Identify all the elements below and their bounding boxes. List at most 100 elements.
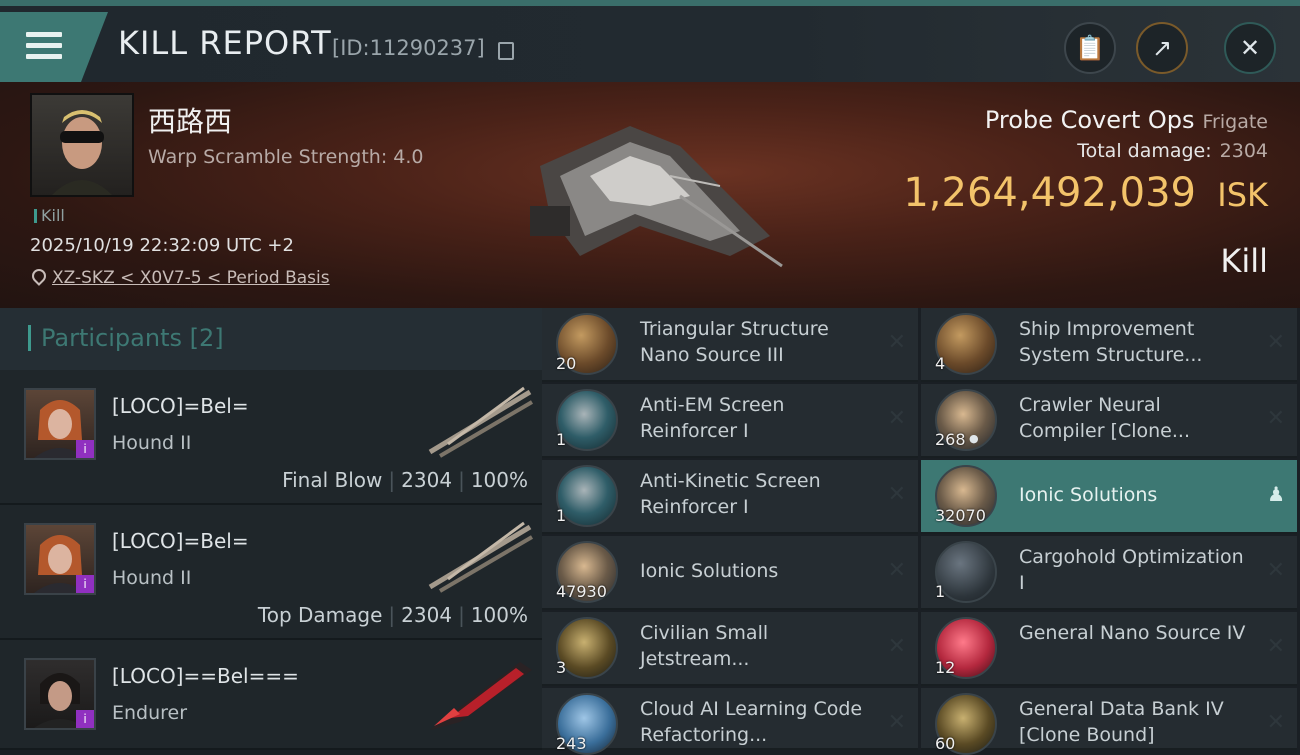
item-row[interactable]: 1 Anti-EM Screen Reinforcer I ✕	[542, 384, 918, 458]
menu-button[interactable]	[0, 12, 108, 82]
item-row[interactable]: 243 Cloud AI Learning Code Refactoring..…	[542, 688, 918, 755]
ship-name[interactable]: Probe Covert Ops Frigate	[985, 106, 1268, 134]
item-row[interactable]: 268 ● Crawler Neural Compiler [Clone... …	[921, 384, 1297, 458]
destroyed-icon: ✕	[887, 406, 906, 431]
victim-portrait[interactable]	[30, 93, 134, 197]
participant-percent: 100%	[470, 468, 528, 492]
item-quantity: 1	[935, 582, 946, 601]
avatar[interactable]: i	[24, 523, 96, 595]
participant-damage: 2304	[401, 468, 453, 492]
item-row[interactable]: 3 Civilian Small Jetstream... ✕	[542, 612, 918, 686]
participants-title: Participants [2]	[28, 324, 224, 352]
item-name: Crawler Neural Compiler [Clone...	[1019, 394, 1190, 442]
location-text: XZ-SKZ < X0V7-5 < Period Basis	[52, 268, 330, 288]
menu-icon-bar	[26, 54, 62, 59]
destroyed-icon: ✕	[887, 482, 906, 507]
menu-icon-bar	[26, 43, 62, 48]
participants-title-text: Participants	[41, 324, 182, 352]
copy-icon[interactable]	[498, 42, 514, 60]
item-name: Anti-Kinetic Screen Reinforcer I	[640, 470, 821, 518]
participant-name[interactable]: [LOCO]==Bel===	[112, 664, 299, 688]
participant-role: Top Damage	[257, 603, 383, 627]
menu-icon	[26, 32, 62, 37]
item-name: General Nano Source IV	[1019, 622, 1246, 644]
participant-ship: Hound II	[112, 432, 192, 454]
item-quantity: 1	[556, 430, 567, 449]
item-name: Ship Improvement System Structure...	[1019, 318, 1203, 366]
item-row[interactable]: 1 Cargohold Optimization I ✕	[921, 536, 1297, 610]
participant-row[interactable]: i [LOCO]=Bel= Hound II Final Blow | 2304 | 1…	[0, 370, 542, 505]
dropped-items-grid: 20 Triangular Structure Nano Source III …	[542, 308, 1300, 755]
divider: |	[458, 468, 465, 492]
item-row[interactable]: 1 Anti-Kinetic Screen Reinforcer I ✕	[542, 460, 918, 534]
participant-name[interactable]: [LOCO]=Bel=	[112, 529, 249, 553]
item-name: Cloud AI Learning Code Refactoring...	[640, 698, 863, 746]
item-name: Ionic Solutions	[1019, 484, 1158, 506]
bound-person-icon: ●	[969, 432, 979, 445]
participants-count: [2]	[189, 324, 224, 352]
weapon-icon	[428, 521, 534, 593]
item-row[interactable]: 60 General Data Bank IV [Clone Bound] ✕	[921, 688, 1297, 755]
item-row-selected[interactable]: 32070 Ionic Solutions ♟	[921, 460, 1297, 534]
victim-name[interactable]: 西路西	[148, 100, 232, 140]
total-damage-label: Total damage:	[1077, 140, 1212, 162]
participant-row[interactable]: i [LOCO]=Bel= Hound II Top Damage | 2304 | 1…	[0, 505, 542, 640]
participant-damage: 2304	[401, 603, 453, 627]
participant-ship: Hound II	[112, 567, 192, 589]
victim-avatar	[52, 110, 112, 195]
item-name: Triangular Structure Nano Source III	[640, 318, 829, 366]
destroyed-icon: ✕	[887, 558, 906, 583]
participant-percent: 100%	[470, 603, 528, 627]
info-badge-icon[interactable]: i	[76, 440, 94, 458]
ship-icon	[430, 662, 532, 730]
destroyed-icon: ✕	[1266, 558, 1285, 583]
item-name: Anti-EM Screen Reinforcer I	[640, 394, 785, 442]
item-quantity: 3	[556, 658, 567, 677]
weapon-icon	[428, 386, 534, 458]
result-label: Kill	[1220, 242, 1268, 280]
destroyed-icon: ✕	[887, 330, 906, 355]
destroyed-icon: ✕	[1266, 634, 1285, 659]
destroyed-icon: ✕	[887, 710, 906, 735]
avatar[interactable]: i	[24, 388, 96, 460]
warp-scramble-strength: Warp Scramble Strength: 4.0	[148, 146, 424, 168]
info-badge-icon[interactable]: i	[76, 710, 94, 728]
close-icon: ✕	[1239, 34, 1261, 62]
participant-stats: Final Blow | 2304 | 100%	[282, 468, 528, 492]
item-row[interactable]: 47930 Ionic Solutions ✕	[542, 536, 918, 610]
item-row[interactable]: 20 Triangular Structure Nano Source III …	[542, 308, 918, 382]
ship-name-text: Probe Covert Ops	[984, 106, 1195, 134]
ship-image	[530, 126, 783, 268]
item-quantity: 4	[935, 354, 946, 373]
destroyed-icon: ✕	[1266, 330, 1285, 355]
participant-stats: Top Damage | 2304 | 100%	[258, 603, 528, 627]
destroyed-icon: ✕	[887, 634, 906, 659]
location-link[interactable]: XZ-SKZ < X0V7-5 < Period Basis	[29, 266, 330, 288]
item-name: General Data Bank IV [Clone Bound]	[1019, 698, 1224, 746]
total-damage: Total damage: 2304	[1077, 140, 1268, 162]
divider: |	[458, 603, 465, 627]
item-quantity: 32070	[935, 506, 986, 525]
item-name: Cargohold Optimization I	[1019, 546, 1244, 594]
kill-summary: 西路西 Warp Scramble Strength: 4.0 Kill 202…	[0, 82, 1300, 308]
divider: |	[388, 468, 396, 492]
item-name: Ionic Solutions	[640, 560, 779, 582]
divider: |	[388, 603, 396, 627]
location-pin-icon	[29, 266, 49, 286]
participant-name[interactable]: [LOCO]=Bel=	[112, 394, 249, 418]
participant-role: Final Blow	[282, 468, 383, 492]
kill-tag: Kill	[34, 206, 65, 225]
share-button[interactable]: ↗	[1136, 22, 1188, 74]
person-icon[interactable]: ♟	[1267, 482, 1285, 506]
item-quantity: 243	[556, 734, 587, 753]
participant-row[interactable]: i [LOCO]==Bel=== Endurer	[0, 640, 542, 750]
info-badge-icon[interactable]: i	[76, 575, 94, 593]
item-row[interactable]: 4 Ship Improvement System Structure... ✕	[921, 308, 1297, 382]
close-button[interactable]: ✕	[1224, 22, 1276, 74]
top-bar: KILL REPORT [ID:11290237] 📋 ↗ ✕	[0, 0, 1300, 82]
clipboard-icon: 📋	[1075, 34, 1105, 62]
isk-value: 1,264,492,039	[903, 170, 1196, 216]
clipboard-button[interactable]: 📋	[1064, 22, 1116, 74]
item-row[interactable]: 12 General Nano Source IV ✕	[921, 612, 1297, 686]
avatar[interactable]: i	[24, 658, 96, 730]
